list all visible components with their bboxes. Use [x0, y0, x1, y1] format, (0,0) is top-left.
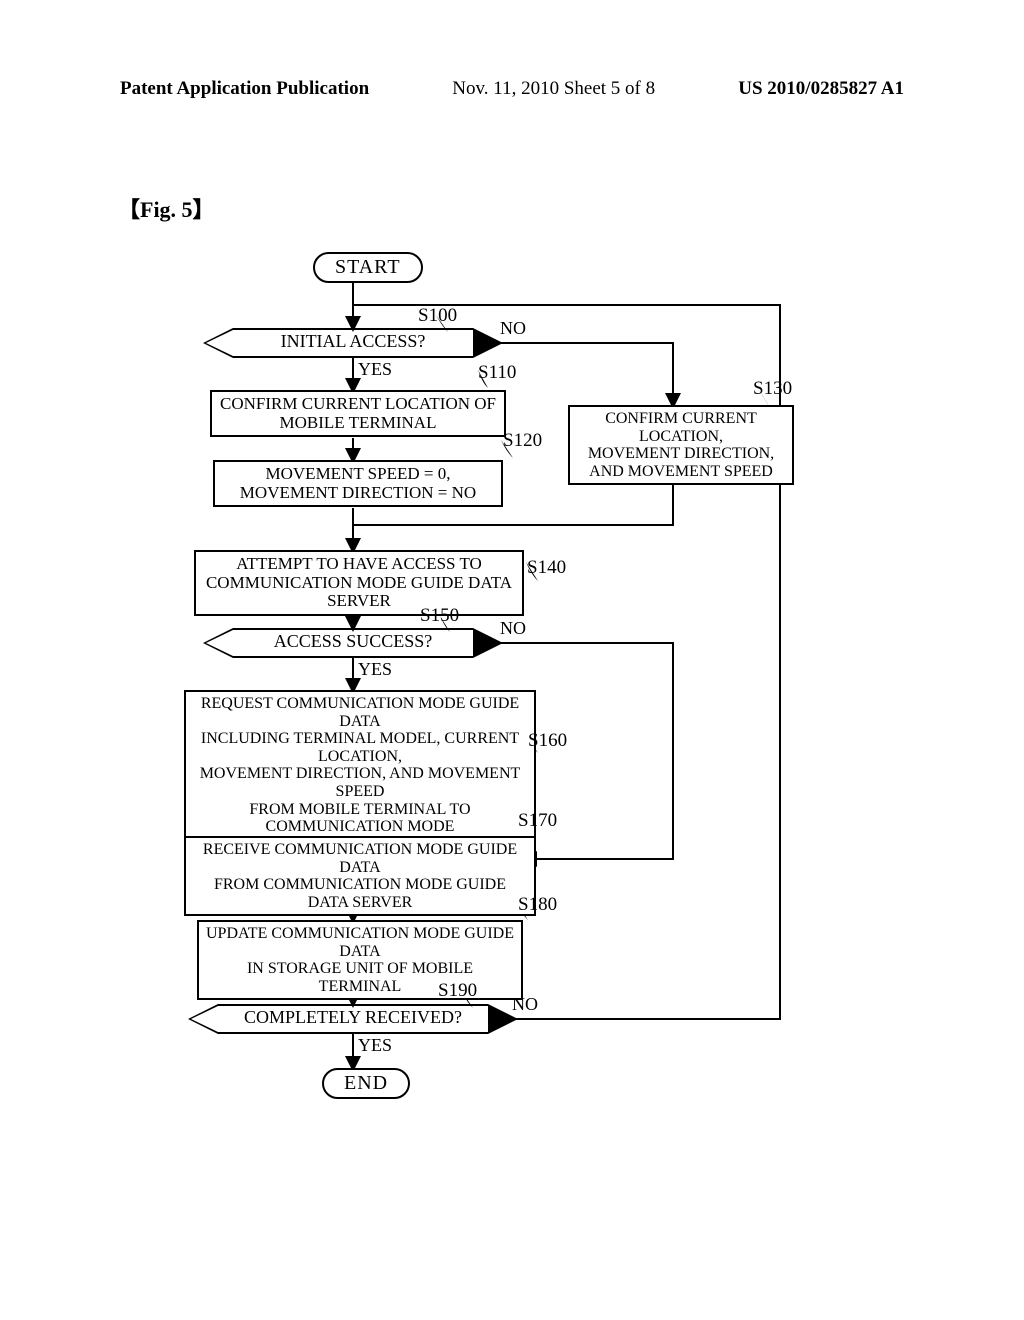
- decision-access-success: ACCESS SUCCESS?: [233, 628, 473, 658]
- end-label: END: [344, 1072, 388, 1094]
- step-s130: S130: [753, 378, 792, 400]
- branch-no-s100: NO: [500, 318, 526, 339]
- process-confirm-location: CONFIRM CURRENT LOCATION OFMOBILE TERMIN…: [210, 390, 506, 437]
- end-terminator: END: [322, 1068, 410, 1099]
- step-s140: S140: [527, 557, 566, 579]
- step-s120: S120: [503, 430, 542, 452]
- step-s190: S190: [438, 980, 477, 1002]
- step-s170: S170: [518, 810, 557, 832]
- step-s150: S150: [420, 605, 459, 627]
- decision-completely-received: COMPLETELY RECEIVED?: [218, 1004, 488, 1034]
- figure-label: 【Fig. 5】: [118, 192, 215, 224]
- page-header: Patent Application Publication Nov. 11, …: [0, 78, 1024, 100]
- process-confirm-location-text: CONFIRM CURRENT LOCATION OFMOBILE TERMIN…: [220, 394, 496, 432]
- decision-completely-received-text: COMPLETELY RECEIVED?: [218, 1007, 488, 1028]
- start-label: START: [335, 256, 401, 278]
- process-attempt-access-text: ATTEMPT TO HAVE ACCESS TOCOMMUNICATION M…: [206, 554, 512, 610]
- step-s100: S100: [418, 305, 457, 327]
- header-publication: Patent Application Publication: [120, 78, 369, 100]
- branch-no-s150: NO: [500, 618, 526, 639]
- start-terminator: START: [313, 252, 423, 283]
- branch-no-s190: NO: [512, 994, 538, 1015]
- step-s180: S180: [518, 894, 557, 916]
- step-s110: S110: [478, 362, 516, 384]
- process-receive-guide-data-text: RECEIVE COMMUNICATION MODE GUIDE DATAFRO…: [203, 841, 517, 911]
- step-s160: S160: [528, 730, 567, 752]
- process-confirm-movement: CONFIRM CURRENT LOCATION,MOVEMENT DIRECT…: [568, 405, 794, 485]
- process-attempt-access: ATTEMPT TO HAVE ACCESS TOCOMMUNICATION M…: [194, 550, 524, 616]
- decision-access-success-text: ACCESS SUCCESS?: [233, 631, 473, 652]
- process-receive-guide-data: RECEIVE COMMUNICATION MODE GUIDE DATAFRO…: [184, 836, 536, 916]
- branch-yes-s150: YES: [358, 659, 392, 680]
- decision-initial-access-text: INITIAL ACCESS?: [233, 331, 473, 352]
- branch-yes-s190: YES: [358, 1035, 392, 1056]
- decision-initial-access: INITIAL ACCESS?: [233, 328, 473, 358]
- header-pub-number: US 2010/0285827 A1: [738, 78, 904, 100]
- header-date-sheet: Nov. 11, 2010 Sheet 5 of 8: [452, 78, 655, 100]
- process-movement-zero: MOVEMENT SPEED = 0,MOVEMENT DIRECTION = …: [213, 460, 503, 507]
- branch-yes-s100: YES: [358, 359, 392, 380]
- process-confirm-movement-text: CONFIRM CURRENT LOCATION,MOVEMENT DIRECT…: [588, 410, 774, 480]
- process-movement-zero-text: MOVEMENT SPEED = 0,MOVEMENT DIRECTION = …: [240, 464, 476, 502]
